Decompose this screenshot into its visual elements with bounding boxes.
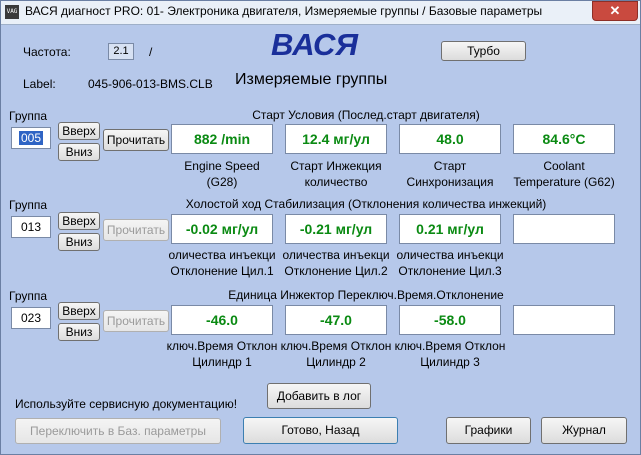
field-caption: Цилиндр 1: [192, 355, 252, 369]
graphs-button[interactable]: Графики: [446, 417, 531, 444]
field-caption: Цилиндр 2: [306, 355, 366, 369]
done-back-button[interactable]: Готово, Назад: [243, 417, 398, 444]
read-button[interactable]: Прочитать: [103, 310, 169, 332]
value-field-1: -46.0: [171, 305, 273, 335]
field-caption: (G28): [206, 175, 238, 189]
field-caption: количество: [304, 175, 368, 189]
field-caption: Старт Инжекция: [290, 159, 382, 173]
field-caption: Синхронизация: [406, 175, 494, 189]
value-field-2: 12.4 мг/ул: [285, 124, 387, 154]
label-caption: Label:: [23, 77, 56, 91]
section-title: Старт Условия (Послед.старт двигателя): [252, 108, 480, 122]
group-number-input[interactable]: 013: [11, 216, 51, 238]
field-caption: оличества инъекци: [282, 248, 390, 262]
read-button[interactable]: Прочитать: [103, 219, 169, 241]
field-caption: Старт: [433, 159, 467, 173]
section-title: Единица Инжектор Переключ.Время.Отклонен…: [228, 288, 504, 302]
field-caption: Отклонение Цил.2: [284, 264, 388, 278]
field-caption: Цилиндр 3: [420, 355, 480, 369]
value-field-1: -0.02 мг/ул: [171, 214, 273, 244]
field-caption: ключ.Время Отклон: [166, 339, 278, 353]
group-number-input[interactable]: 023: [11, 307, 51, 329]
value-field-4: 84.6°C: [513, 124, 615, 154]
field-caption: Отклонение Цил.1: [170, 264, 274, 278]
value-field-2: -47.0: [285, 305, 387, 335]
group-up-button[interactable]: Вверх: [58, 212, 100, 230]
title-bar[interactable]: VAG ВАСЯ диагност PRO: 01- Электроника д…: [1, 1, 640, 25]
field-caption: оличества инъекци: [168, 248, 276, 262]
frequency-label: Частота:: [23, 45, 71, 59]
frequency-separator: /: [149, 45, 153, 59]
field-caption: Coolant: [543, 159, 585, 173]
switch-basic-params-button[interactable]: Переключить в Баз. параметры: [15, 418, 221, 444]
journal-button[interactable]: Журнал: [541, 417, 627, 444]
field-caption: Отклонение Цил.3: [398, 264, 502, 278]
field-caption: Engine Speed: [184, 159, 260, 173]
section-title: Холостой ход Стабилизация (Отклонения ко…: [185, 197, 547, 211]
value-field-3: -58.0: [399, 305, 501, 335]
group-up-button[interactable]: Вверх: [58, 122, 100, 140]
field-caption: оличества инъекци: [396, 248, 504, 262]
frequency-value: 2.1: [108, 43, 134, 60]
group-down-button[interactable]: Вниз: [58, 143, 100, 161]
label-file: 045-906-013-BMS.CLB: [88, 77, 213, 91]
turbo-button[interactable]: Турбо: [441, 41, 526, 61]
field-caption: Temperature (G62): [513, 175, 615, 189]
logo: ВАСЯ: [271, 27, 359, 62]
app-icon: VAG: [5, 5, 19, 19]
field-caption: ключ.Время Отклон: [394, 339, 506, 353]
group-label: Группа: [9, 198, 48, 212]
add-log-button[interactable]: Добавить в лог: [267, 383, 371, 409]
value-field-3: 48.0: [399, 124, 501, 154]
value-field-1: 882 /min: [171, 124, 273, 154]
group-number-input[interactable]: 005: [11, 127, 51, 149]
value-field-2: -0.21 мг/ул: [285, 214, 387, 244]
group-down-button[interactable]: Вниз: [58, 323, 100, 341]
group-label: Группа: [9, 109, 48, 123]
value-field-4: [513, 214, 615, 244]
group-label: Группа: [9, 289, 48, 303]
value-field-4: [513, 305, 615, 335]
read-button[interactable]: Прочитать: [103, 129, 169, 151]
group-down-button[interactable]: Вниз: [58, 233, 100, 251]
close-button[interactable]: ✕: [592, 1, 638, 21]
window-title: ВАСЯ диагност PRO: 01- Электроника двига…: [25, 4, 543, 18]
field-caption: ключ.Время Отклон: [280, 339, 392, 353]
value-field-3: 0.21 мг/ул: [399, 214, 501, 244]
app-window: VAG ВАСЯ диагност PRO: 01- Электроника д…: [0, 0, 641, 455]
group-up-button[interactable]: Вверх: [58, 302, 100, 320]
service-note: Используйте сервисную документацию!: [15, 397, 238, 411]
page-subtitle: Измеряемые группы: [235, 71, 388, 88]
